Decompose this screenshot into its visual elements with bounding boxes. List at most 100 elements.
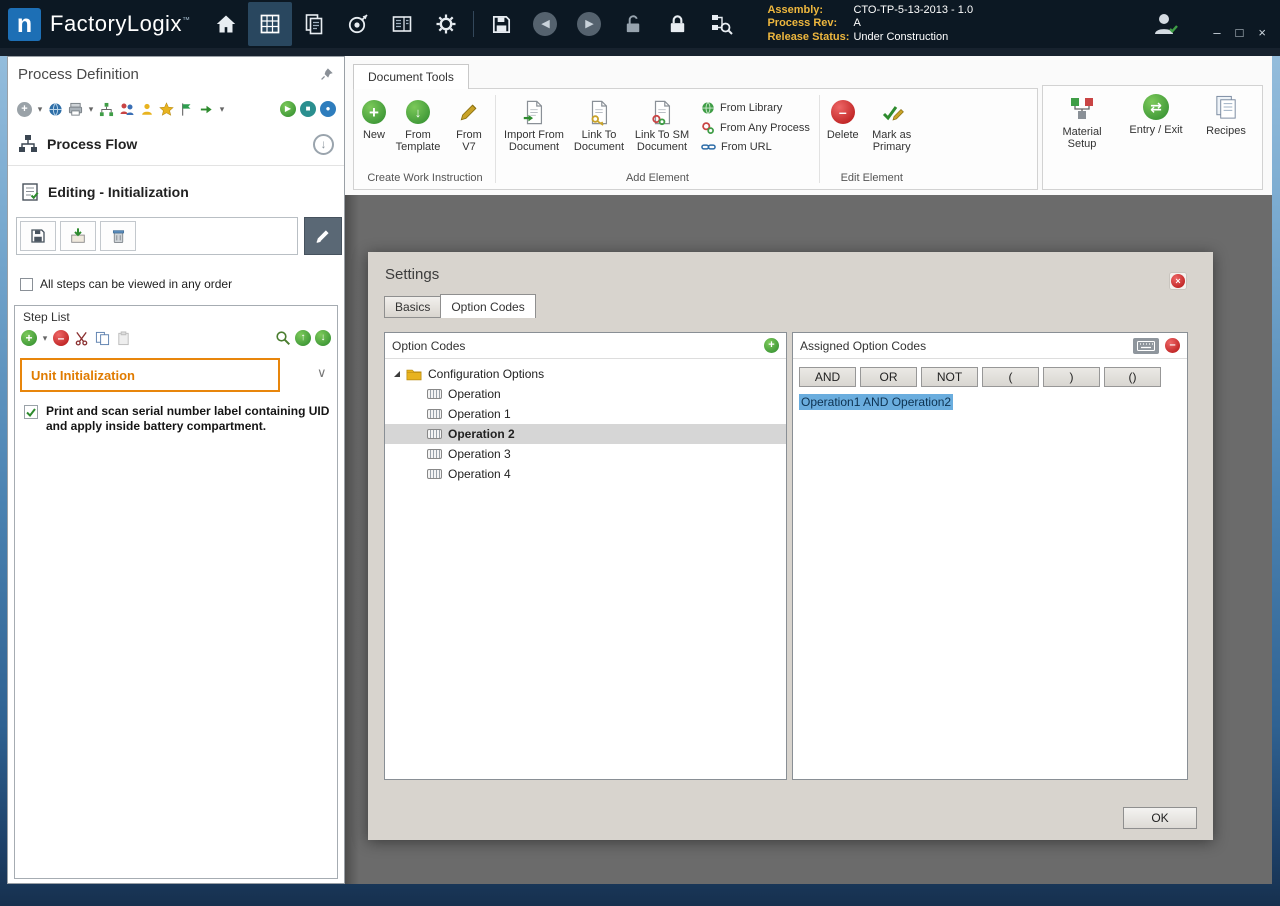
tab-basics[interactable]: Basics <box>384 296 441 318</box>
checklist-icon <box>20 182 40 202</box>
link-to-document-button[interactable]: Link To Document <box>569 95 629 156</box>
stop-icon[interactable]: ■ <box>300 101 316 117</box>
person-icon[interactable] <box>138 101 155 118</box>
gear-icon <box>434 12 458 36</box>
operator-not-button[interactable]: NOT <box>921 367 978 387</box>
import-step-button[interactable] <box>60 221 96 251</box>
add-icon[interactable]: + <box>16 101 33 118</box>
copy-icon[interactable] <box>94 330 111 347</box>
ok-button[interactable]: OK <box>1123 807 1197 829</box>
material-setup-button[interactable]: Material Setup <box>1051 94 1113 150</box>
expression-text[interactable]: Operation1 AND Operation2 <box>799 394 953 410</box>
dropdown-icon[interactable]: ▾ <box>36 101 44 118</box>
documents-button[interactable] <box>292 2 336 46</box>
settings-button[interactable] <box>424 2 468 46</box>
option-codes-tree: Configuration Options Operation Operatio… <box>385 359 786 489</box>
add-option-code-button[interactable]: + <box>764 338 779 353</box>
globe-icon[interactable] <box>47 101 64 118</box>
move-down-button[interactable]: ↓ <box>315 330 331 346</box>
new-button[interactable]: + New <box>358 95 390 144</box>
tree-item-operation-2[interactable]: Operation 2 <box>385 424 786 444</box>
start-icon[interactable]: ▶ <box>280 101 296 117</box>
dropdown-icon[interactable]: ▾ <box>218 101 226 118</box>
remove-step-button[interactable]: – <box>53 330 69 346</box>
move-up-button[interactable]: ↑ <box>295 330 311 346</box>
hierarchy-icon[interactable] <box>98 101 115 118</box>
add-element-small-buttons: From Library From Any Process From URL <box>695 95 816 153</box>
process-search-button[interactable] <box>699 2 743 46</box>
view-order-option: All steps can be viewed in any order <box>20 277 232 291</box>
remove-assigned-button[interactable]: – <box>1165 338 1180 353</box>
edit-step-button[interactable] <box>304 217 342 255</box>
expander-icon[interactable] <box>394 371 400 377</box>
maximize-button[interactable]: □ <box>1236 26 1244 39</box>
dialog-close-button[interactable]: × <box>1169 272 1187 290</box>
lock-button[interactable] <box>655 2 699 46</box>
pin-icon[interactable] <box>320 67 334 81</box>
save-button[interactable] <box>479 2 523 46</box>
status-icon[interactable]: ● <box>320 101 336 117</box>
collapse-circle-button[interactable]: ↓ <box>313 134 334 155</box>
cut-icon[interactable] <box>73 330 90 347</box>
find-step-icon[interactable] <box>274 330 291 347</box>
export-icon[interactable] <box>198 101 215 118</box>
delete-element-button[interactable]: – Delete <box>823 95 863 144</box>
frame-strip <box>0 48 1280 56</box>
group-label: Add Element <box>499 172 816 187</box>
from-any-process-button[interactable]: From Any Process <box>701 121 810 135</box>
people-icon[interactable] <box>118 101 135 118</box>
import-from-document-button[interactable]: Import From Document <box>499 95 569 156</box>
dropdown-icon[interactable]: ▾ <box>41 330 49 347</box>
operator-open-paren-button[interactable]: ( <box>982 367 1039 387</box>
step-chevron-icon[interactable]: ∨ <box>317 366 327 379</box>
tree-item-operation-3[interactable]: Operation 3 <box>385 444 786 464</box>
news-button[interactable] <box>380 2 424 46</box>
assembly-info: Assembly:CTO-TP-5-13-2013 - 1.0 Process … <box>767 4 973 45</box>
operator-and-button[interactable]: AND <box>799 367 856 387</box>
from-library-button[interactable]: From Library <box>701 101 810 115</box>
process-flow-row[interactable]: Process Flow ↓ <box>18 129 334 159</box>
target-button[interactable] <box>336 2 380 46</box>
expression-area[interactable]: Operation1 AND Operation2 <box>793 387 1187 417</box>
minimize-button[interactable]: – <box>1213 26 1220 39</box>
process-flow-label: Process Flow <box>47 136 137 152</box>
tree-item-configuration-options[interactable]: Configuration Options <box>385 364 786 384</box>
paste-icon[interactable] <box>115 330 132 347</box>
option-code-icon <box>427 449 442 459</box>
tree-item-operation-4[interactable]: Operation 4 <box>385 464 786 484</box>
add-step-button[interactable]: + <box>21 330 37 346</box>
from-url-button[interactable]: From URL <box>701 141 810 153</box>
editing-toolbar <box>16 217 298 255</box>
any-order-checkbox[interactable] <box>20 278 33 291</box>
close-button[interactable]: × <box>1258 26 1266 39</box>
step-item-unit-initialization[interactable]: Unit Initialization <box>20 358 280 392</box>
operator-close-paren-button[interactable]: ) <box>1043 367 1100 387</box>
keyboard-button[interactable] <box>1133 338 1159 354</box>
entry-exit-button[interactable]: ⇄ Entry / Exit <box>1123 94 1189 136</box>
recipes-button[interactable]: Recipes <box>1199 94 1253 137</box>
delete-step-button[interactable] <box>100 221 136 251</box>
unlock-button[interactable] <box>611 2 655 46</box>
back-button[interactable]: ◀ <box>523 2 567 46</box>
from-template-button[interactable]: ↓ From Template <box>390 95 446 156</box>
tree-item-operation[interactable]: Operation <box>385 384 786 404</box>
tree-item-operation-1[interactable]: Operation 1 <box>385 404 786 424</box>
link-to-sm-document-button[interactable]: Link To SM Document <box>629 95 695 156</box>
work-instructions-button[interactable] <box>248 2 292 46</box>
tab-option-codes[interactable]: Option Codes <box>440 294 535 318</box>
unlock-icon <box>622 13 645 36</box>
mark-as-primary-button[interactable]: Mark as Primary <box>863 95 921 156</box>
print-icon[interactable] <box>67 101 84 118</box>
user-button[interactable] <box>1142 5 1188 43</box>
flag-icon[interactable] <box>178 101 195 118</box>
operator-or-button[interactable]: OR <box>860 367 917 387</box>
operator-paren-pair-button[interactable]: () <box>1104 367 1161 387</box>
save-step-button[interactable] <box>20 221 56 251</box>
forward-button[interactable]: ▶ <box>567 2 611 46</box>
ribbon-groups: + New ↓ From Template From V7 Create Wor… <box>353 88 1038 190</box>
star-icon[interactable] <box>158 101 175 118</box>
home-button[interactable] <box>204 2 248 46</box>
dropdown-icon[interactable]: ▾ <box>87 101 95 118</box>
tab-document-tools[interactable]: Document Tools <box>353 64 469 89</box>
from-v7-button[interactable]: From V7 <box>446 95 492 156</box>
